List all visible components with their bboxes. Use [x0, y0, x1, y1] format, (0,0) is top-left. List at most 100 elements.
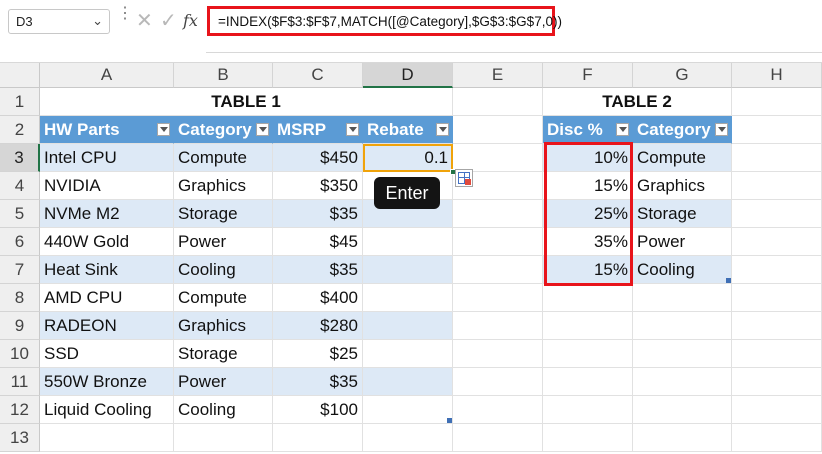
cell-b13[interactable]	[174, 424, 273, 452]
table1-header-msrp[interactable]: MSRP	[273, 116, 363, 144]
filter-dropdown-icon[interactable]	[256, 123, 269, 136]
cell-h9[interactable]	[732, 312, 822, 340]
insert-function-icon[interactable]: fx	[183, 9, 201, 33]
table1-cell-category[interactable]: Cooling	[174, 396, 273, 424]
cell-h3[interactable]	[732, 144, 822, 172]
table1-cell-category[interactable]: Storage	[174, 340, 273, 368]
cell-d13[interactable]	[363, 424, 453, 452]
table1-cell-rebate[interactable]	[363, 284, 453, 312]
table1-cell-rebate[interactable]	[363, 368, 453, 396]
filter-dropdown-icon[interactable]	[436, 123, 449, 136]
table1-cell-part[interactable]: 550W Bronze	[40, 368, 174, 396]
table1-cell-msrp[interactable]: $400	[273, 284, 363, 312]
table1-cell-part[interactable]: RADEON	[40, 312, 174, 340]
table1-cell-msrp[interactable]: $35	[273, 200, 363, 228]
row-header-2[interactable]: 2	[0, 116, 40, 144]
column-header-c[interactable]: C	[273, 63, 363, 88]
cell-f9[interactable]	[543, 312, 633, 340]
table2-header-category[interactable]: Category	[633, 116, 732, 144]
enter-check-icon[interactable]: ✓	[160, 10, 180, 32]
table1-cell-part[interactable]: 440W Gold	[40, 228, 174, 256]
column-header-g[interactable]: G	[633, 63, 732, 88]
row-header-9[interactable]: 9	[0, 312, 40, 340]
row-header-4[interactable]: 4	[0, 172, 40, 200]
table2-cell-category[interactable]: Storage	[633, 200, 732, 228]
cell-a13[interactable]	[40, 424, 174, 452]
row-header-6[interactable]: 6	[0, 228, 40, 256]
cell-f12[interactable]	[543, 396, 633, 424]
column-header-e[interactable]: E	[453, 63, 543, 88]
row-header-3[interactable]: 3	[0, 144, 40, 172]
table1-cell-part[interactable]: NVMe M2	[40, 200, 174, 228]
cell-h11[interactable]	[732, 368, 822, 396]
table1-cell-category[interactable]: Power	[174, 228, 273, 256]
filter-dropdown-icon[interactable]	[346, 123, 359, 136]
row-header-13[interactable]: 13	[0, 424, 40, 452]
cancel-icon[interactable]: ✕	[136, 10, 156, 32]
column-header-d[interactable]: D	[363, 63, 453, 88]
cell-e7[interactable]	[453, 256, 543, 284]
table2-resize-handle[interactable]	[726, 278, 731, 283]
table2-cell-category[interactable]: Compute	[633, 144, 732, 172]
table1-header-category[interactable]: Category	[174, 116, 273, 144]
formula-input[interactable]: =INDEX($F$3:$F$7,MATCH([@Category],$G$3:…	[207, 6, 562, 36]
cell-e11[interactable]	[453, 368, 543, 396]
table2-header-disc-[interactable]: Disc %	[543, 116, 633, 144]
cell-g10[interactable]	[633, 340, 732, 368]
filter-dropdown-icon[interactable]	[157, 123, 170, 136]
cell-h5[interactable]	[732, 200, 822, 228]
table1-cell-part[interactable]: Liquid Cooling	[40, 396, 174, 424]
cell-h13[interactable]	[732, 424, 822, 452]
cell-e5[interactable]	[453, 200, 543, 228]
table1-cell-category[interactable]: Storage	[174, 200, 273, 228]
table1-cell-rebate[interactable]	[363, 396, 453, 424]
table1-cell-category[interactable]: Graphics	[174, 172, 273, 200]
table1-cell-part[interactable]: Intel CPU	[40, 144, 174, 172]
table1-cell-msrp[interactable]: $35	[273, 368, 363, 396]
quick-analysis-icon[interactable]	[455, 169, 473, 187]
table1-cell-part[interactable]: NVIDIA	[40, 172, 174, 200]
table1-cell-rebate[interactable]	[363, 340, 453, 368]
column-header-f[interactable]: F	[543, 63, 633, 88]
cell-g9[interactable]	[633, 312, 732, 340]
cell-h6[interactable]	[732, 228, 822, 256]
cell-f13[interactable]	[543, 424, 633, 452]
column-header-h[interactable]: H	[732, 63, 822, 88]
table1-cell-part[interactable]: AMD CPU	[40, 284, 174, 312]
table1-cell-category[interactable]: Compute	[174, 144, 273, 172]
cell-f8[interactable]	[543, 284, 633, 312]
table2-cell-category[interactable]: Graphics	[633, 172, 732, 200]
cell-e6[interactable]	[453, 228, 543, 256]
table1-resize-handle[interactable]	[447, 418, 452, 423]
cell-e12[interactable]	[453, 396, 543, 424]
table1-cell-part[interactable]: Heat Sink	[40, 256, 174, 284]
table1-cell-msrp[interactable]: $25	[273, 340, 363, 368]
table1-cell-msrp[interactable]: $280	[273, 312, 363, 340]
table1-cell-msrp[interactable]: $450	[273, 144, 363, 172]
cell-e3[interactable]	[453, 144, 543, 172]
cell-h12[interactable]	[732, 396, 822, 424]
table1-cell-msrp[interactable]: $35	[273, 256, 363, 284]
cell-c13[interactable]	[273, 424, 363, 452]
cell-h2[interactable]	[732, 116, 822, 144]
cell-h8[interactable]	[732, 284, 822, 312]
table1-cell-category[interactable]: Cooling	[174, 256, 273, 284]
cell-h10[interactable]	[732, 340, 822, 368]
cell-e9[interactable]	[453, 312, 543, 340]
cell-e2[interactable]	[453, 116, 543, 144]
chevron-down-icon[interactable]: ⌄	[92, 13, 103, 29]
table1-cell-rebate[interactable]	[363, 256, 453, 284]
active-cell-d3[interactable]	[363, 144, 453, 172]
cell-g11[interactable]	[633, 368, 732, 396]
cell-g13[interactable]	[633, 424, 732, 452]
filter-dropdown-icon[interactable]	[715, 123, 728, 136]
cell-h7[interactable]	[732, 256, 822, 284]
cell-h1[interactable]	[732, 88, 822, 116]
table1-cell-part[interactable]: SSD	[40, 340, 174, 368]
cell-g12[interactable]	[633, 396, 732, 424]
table1-cell-category[interactable]: Compute	[174, 284, 273, 312]
row-header-10[interactable]: 10	[0, 340, 40, 368]
name-box[interactable]: D3 ⌄	[8, 9, 110, 34]
table1-header-hw-parts[interactable]: HW Parts	[40, 116, 174, 144]
row-header-8[interactable]: 8	[0, 284, 40, 312]
